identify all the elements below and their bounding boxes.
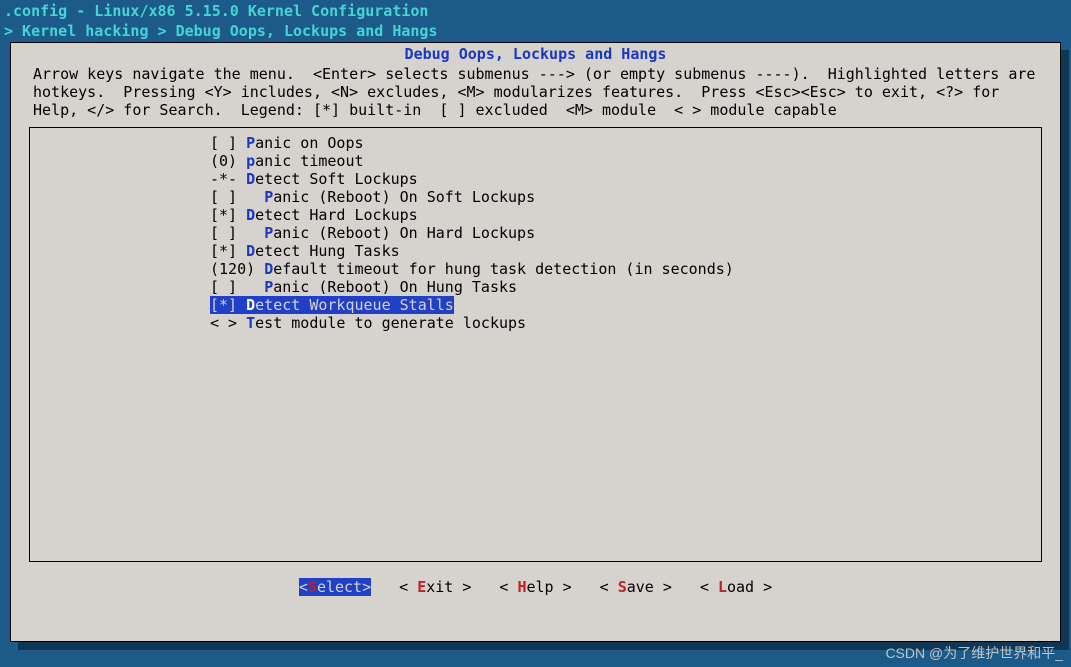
menu-item[interactable]: [ ] Panic on Oops [210,134,1041,152]
menu-item[interactable]: [*] Detect Hung Tasks [210,242,1041,260]
menu-item[interactable]: < > Test module to generate lockups [210,314,1041,332]
menu-item[interactable]: [ ] Panic (Reboot) On Hung Tasks [210,278,1041,296]
menu-item[interactable]: (120) Default timeout for hung task dete… [210,260,1041,278]
help-text: Arrow keys navigate the menu. <Enter> se… [11,63,1060,127]
section-title: Debug Oops, Lockups and Hangs [11,43,1060,63]
watermark: CSDN @为了维护世界和平_ [885,643,1063,663]
menu-list[interactable]: [ ] Panic on Oops(0) panic timeout-*- De… [30,134,1041,332]
dialog-button[interactable]: < Load > [700,578,772,596]
button-row: <Select> < Exit > < Help > < Save > < Load > [11,562,1060,606]
breadcrumb: > Kernel hacking > Debug Oops, Lockups a… [0,22,1071,42]
menu-item[interactable]: (0) panic timeout [210,152,1041,170]
window-title: .config - Linux/x86 5.15.0 Kernel Config… [0,0,1071,22]
menu-item[interactable]: [*] Detect Workqueue Stalls [210,296,1041,314]
dialog-button[interactable]: < Exit > [399,578,471,596]
menu-item[interactable]: [ ] Panic (Reboot) On Soft Lockups [210,188,1041,206]
menu-item[interactable]: [ ] Panic (Reboot) On Hard Lockups [210,224,1041,242]
dialog-button[interactable]: < Save > [600,578,672,596]
menu-item[interactable]: -*- Detect Soft Lockups [210,170,1041,188]
dialog-button[interactable]: < Help > [499,578,571,596]
menu-frame: [ ] Panic on Oops(0) panic timeout-*- De… [29,127,1042,562]
dialog-button[interactable]: <Select> [299,578,371,596]
main-dialog: Debug Oops, Lockups and Hangs Arrow keys… [10,42,1061,642]
menu-item[interactable]: [*] Detect Hard Lockups [210,206,1041,224]
